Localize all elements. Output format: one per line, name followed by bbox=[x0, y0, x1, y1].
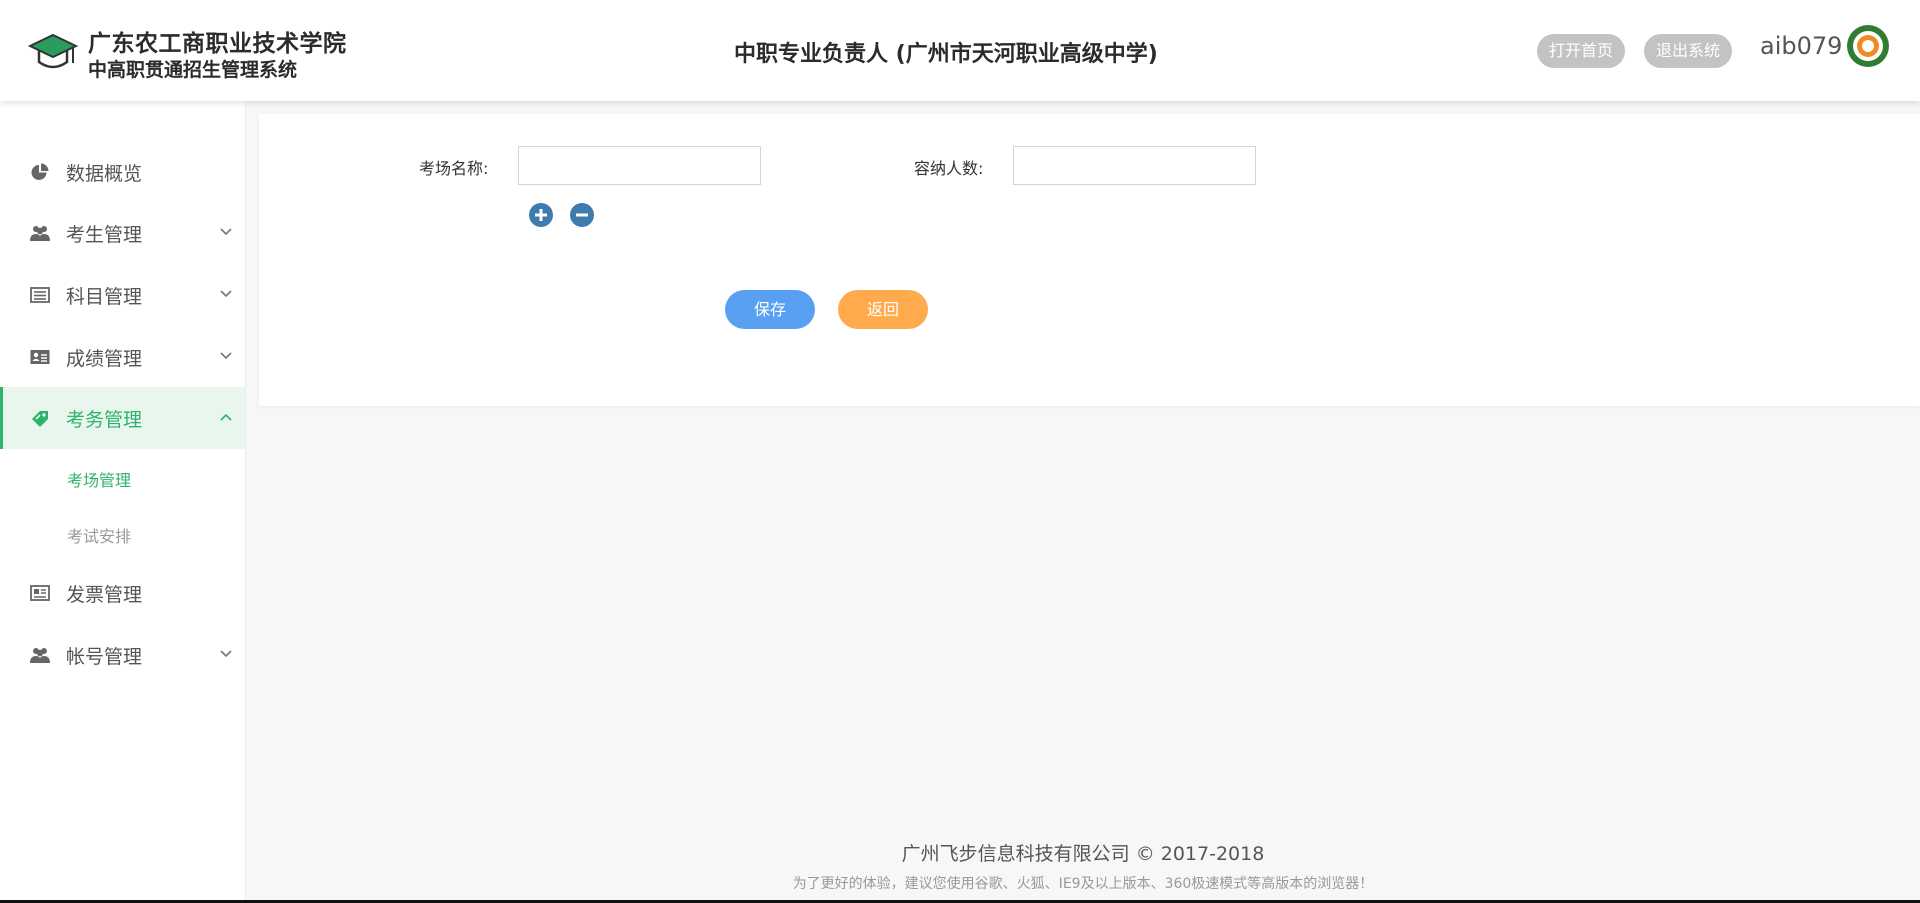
system-name: 中高职贯通招生管理系统 bbox=[88, 59, 298, 81]
header: 广东农工商职业技术学院 中高职贯通招生管理系统 中职专业负责人 (广州市天河职业… bbox=[0, 0, 1920, 101]
add-row-button[interactable] bbox=[529, 203, 553, 227]
exam-room-form-card: 考场名称: 容纳人数: 保存 返回 bbox=[259, 114, 1920, 406]
exit-system-button[interactable]: 退出系统 bbox=[1644, 34, 1733, 68]
avatar[interactable] bbox=[1847, 25, 1889, 67]
list-card-icon bbox=[30, 287, 50, 303]
sidebar-item-data-overview[interactable]: 数据概览 bbox=[0, 141, 245, 203]
chevron-down-icon bbox=[220, 228, 232, 236]
sidebar-subitem-exam-room[interactable]: 考场管理 bbox=[67, 467, 131, 491]
chevron-down-icon bbox=[220, 650, 232, 658]
sidebar-item-label: 帐号管理 bbox=[66, 646, 143, 668]
receipt-icon bbox=[30, 585, 50, 601]
sidebar-item-label: 发票管理 bbox=[66, 584, 143, 606]
pie-chart-icon bbox=[31, 163, 49, 180]
capacity-input[interactable] bbox=[1013, 146, 1256, 185]
sidebar-item-label: 数据概览 bbox=[66, 163, 143, 185]
users-icon bbox=[30, 226, 50, 241]
sidebar-item-account-management[interactable]: 帐号管理 bbox=[0, 624, 245, 686]
school-name: 广东农工商职业技术学院 bbox=[88, 31, 347, 57]
sidebar-item-exam-affairs[interactable]: 考务管理 bbox=[0, 387, 245, 449]
chevron-up-icon bbox=[220, 413, 232, 421]
chevron-down-icon bbox=[220, 290, 232, 298]
footer-browser-tip: 为了更好的体验，建议您使用谷歌、火狐、IE9及以上版本、360极速模式等高版本的… bbox=[792, 876, 1374, 892]
sidebar-item-score-management[interactable]: 成绩管理 bbox=[0, 326, 245, 388]
back-button[interactable]: 返回 bbox=[838, 290, 928, 329]
graduation-cap-logo-icon bbox=[28, 33, 78, 69]
room-name-label: 考场名称: bbox=[419, 159, 489, 178]
ticket-icon bbox=[32, 411, 48, 427]
sidebar-item-label: 科目管理 bbox=[66, 286, 143, 308]
sidebar-item-label: 考生管理 bbox=[66, 224, 143, 246]
id-card-icon bbox=[30, 350, 50, 364]
save-button[interactable]: 保存 bbox=[725, 290, 815, 329]
footer-copyright: 广州飞步信息科技有限公司 © 2017-2018 bbox=[901, 843, 1265, 865]
sidebar-item-student-management[interactable]: 考生管理 bbox=[0, 202, 245, 264]
page-title: 中职专业负责人 (广州市天河职业高级中学) bbox=[734, 42, 1158, 67]
sidebar-item-invoice-management[interactable]: 发票管理 bbox=[0, 562, 245, 624]
username[interactable]: aib079 bbox=[1760, 32, 1842, 60]
sidebar-subitem-exam-schedule[interactable]: 考试安排 bbox=[67, 523, 131, 547]
remove-row-button[interactable] bbox=[570, 203, 594, 227]
room-name-input[interactable] bbox=[518, 146, 761, 185]
open-home-button[interactable]: 打开首页 bbox=[1537, 34, 1626, 68]
capacity-label: 容纳人数: bbox=[914, 159, 984, 178]
sidebar-item-label: 考务管理 bbox=[66, 409, 143, 431]
users-icon bbox=[30, 648, 50, 663]
sidebar: 数据概览 考生管理 科目管理 成绩管理 考务管理 考场管理 考试安排 发票管理 … bbox=[0, 101, 246, 903]
sidebar-item-subject-management[interactable]: 科目管理 bbox=[0, 264, 245, 326]
minus-icon bbox=[576, 213, 588, 217]
sidebar-item-label: 成绩管理 bbox=[66, 348, 143, 370]
plus-icon bbox=[535, 209, 547, 221]
chevron-down-icon bbox=[220, 352, 232, 360]
